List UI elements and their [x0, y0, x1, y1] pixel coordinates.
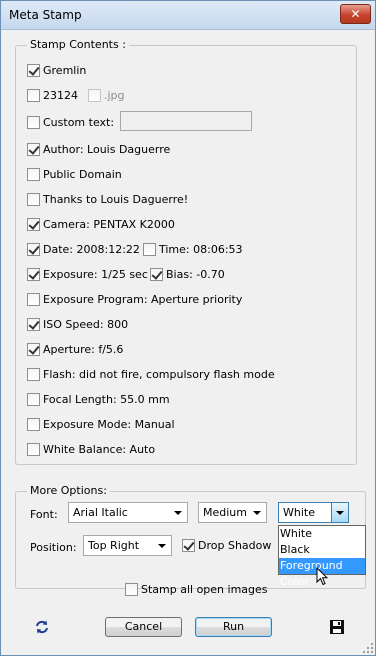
aperture-checkbox[interactable]: Aperture: f/5.6 [27, 341, 123, 357]
color-option-black[interactable]: Black [279, 542, 365, 558]
checkbox-box[interactable] [143, 242, 156, 256]
color-select[interactable]: White [278, 502, 349, 523]
date-label: Date: 2008:12:22 [43, 242, 140, 256]
position-select[interactable]: Top Right [83, 535, 172, 556]
checkbox-box[interactable] [27, 367, 40, 381]
chevron-down-icon [158, 544, 166, 548]
resize-grip-icon[interactable] [363, 643, 373, 653]
checkbox-box[interactable] [125, 582, 138, 596]
checkbox-box[interactable] [27, 317, 40, 331]
aperture-label: Aperture: f/5.6 [43, 342, 124, 356]
run-button[interactable]: Run [195, 617, 272, 637]
custom-text-checkbox[interactable]: Custom text: [27, 114, 114, 130]
color-dropdown-button[interactable] [331, 503, 348, 522]
cancel-button[interactable]: Cancel [105, 617, 182, 637]
meta-stamp-window: Meta Stamp ✕ Stamp Contents : Gremlin 23… [0, 0, 376, 656]
size-select-value: Medium [203, 506, 247, 519]
checkbox-box[interactable] [27, 217, 40, 231]
checkbox-box[interactable] [150, 267, 163, 281]
checkbox-box[interactable] [27, 88, 40, 102]
camera-label: Camera: PENTAX K2000 [43, 217, 175, 231]
save-icon[interactable] [329, 619, 345, 635]
author-checkbox[interactable]: Author: Louis Daguerre [27, 141, 170, 157]
color-select-value: White [283, 506, 315, 519]
checkbox-box[interactable] [27, 417, 40, 431]
checkbox-box [88, 88, 101, 102]
exposure-mode-label: Exposure Mode: Manual [43, 417, 175, 431]
white-balance-label: White Balance: Auto [43, 442, 156, 456]
number-checkbox[interactable]: 23124 [27, 87, 78, 103]
exposure-program-checkbox[interactable]: Exposure Program: Aperture priority [27, 291, 242, 307]
size-select[interactable]: Medium [198, 502, 267, 523]
checkbox-box[interactable] [27, 342, 40, 356]
checkbox-box[interactable] [27, 292, 40, 306]
title-bar[interactable]: Meta Stamp ✕ [1, 1, 375, 30]
jpg-label: .jpg [104, 88, 125, 102]
custom-text-label: Custom text: [43, 115, 115, 129]
time-checkbox[interactable]: Time: 08:06:53 [143, 241, 243, 257]
mouse-cursor-icon [316, 567, 328, 586]
focal-length-checkbox[interactable]: Focal Length: 55.0 mm [27, 391, 170, 407]
drop-shadow-checkbox[interactable]: Drop Shadow [182, 537, 271, 553]
position-select-value: Top Right [88, 539, 140, 552]
checkbox-box[interactable] [27, 242, 40, 256]
checkbox-box[interactable] [27, 63, 40, 77]
thanks-label: Thanks to Louis Daguerre! [43, 192, 189, 206]
public-domain-label: Public Domain [43, 167, 122, 181]
time-label: Time: 08:06:53 [159, 242, 243, 256]
white-balance-checkbox[interactable]: White Balance: Auto [27, 441, 155, 457]
checkbox-box[interactable] [27, 115, 40, 129]
dialog-body: Stamp Contents : Gremlin 23124 .jpg Cust… [6, 31, 370, 651]
checkbox-box[interactable] [182, 538, 195, 552]
close-button[interactable]: ✕ [340, 4, 371, 24]
checkbox-box[interactable] [27, 392, 40, 406]
checkbox-box[interactable] [27, 142, 40, 156]
jpg-checkbox: .jpg [88, 87, 125, 103]
more-options-legend: More Options: [27, 484, 110, 497]
font-label: Font: [30, 508, 58, 521]
chevron-down-icon [253, 511, 261, 515]
stamp-all-checkbox[interactable]: Stamp all open images [125, 581, 268, 597]
stamp-contents-legend: Stamp Contents : [27, 38, 129, 51]
exposure-program-label: Exposure Program: Aperture priority [43, 292, 243, 306]
thanks-checkbox[interactable]: Thanks to Louis Daguerre! [27, 191, 188, 207]
flash-checkbox[interactable]: Flash: did not fire, compulsory flash mo… [27, 366, 275, 382]
font-select-value: Arial Italic [73, 506, 128, 519]
date-checkbox[interactable]: Date: 2008:12:22 [27, 241, 140, 257]
public-domain-checkbox[interactable]: Public Domain [27, 166, 122, 182]
drop-shadow-label: Drop Shadow [198, 538, 272, 552]
chevron-down-icon [174, 511, 182, 515]
camera-checkbox[interactable]: Camera: PENTAX K2000 [27, 216, 175, 232]
position-label: Position: [30, 541, 77, 554]
gremlin-checkbox[interactable]: Gremlin [27, 62, 86, 78]
exposure-checkbox[interactable]: Exposure: 1/25 sec [27, 266, 148, 282]
iso-label: ISO Speed: 800 [43, 317, 129, 331]
checkbox-box[interactable] [27, 192, 40, 206]
refresh-icon[interactable] [34, 619, 50, 635]
author-label: Author: Louis Daguerre [43, 142, 171, 156]
number-label: 23124 [43, 88, 78, 102]
bias-label: Bias: -0.70 [166, 267, 225, 281]
window-title: Meta Stamp [9, 8, 82, 22]
checkbox-box[interactable] [27, 267, 40, 281]
flash-label: Flash: did not fire, compulsory flash mo… [43, 367, 275, 381]
iso-checkbox[interactable]: ISO Speed: 800 [27, 316, 128, 332]
gremlin-label: Gremlin [43, 63, 87, 77]
color-option-white[interactable]: White [279, 526, 365, 542]
focal-length-label: Focal Length: 55.0 mm [43, 392, 170, 406]
custom-text-field[interactable] [120, 111, 252, 131]
bias-checkbox[interactable]: Bias: -0.70 [150, 266, 225, 282]
checkbox-box[interactable] [27, 167, 40, 181]
stamp-all-label: Stamp all open images [141, 582, 268, 596]
font-select[interactable]: Arial Italic [68, 502, 188, 523]
checkbox-box[interactable] [27, 442, 40, 456]
exposure-mode-checkbox[interactable]: Exposure Mode: Manual [27, 416, 175, 432]
exposure-label: Exposure: 1/25 sec [43, 267, 148, 281]
stamp-contents-group: Stamp Contents : Gremlin 23124 .jpg Cust… [15, 38, 357, 465]
chevron-down-icon [336, 511, 344, 515]
